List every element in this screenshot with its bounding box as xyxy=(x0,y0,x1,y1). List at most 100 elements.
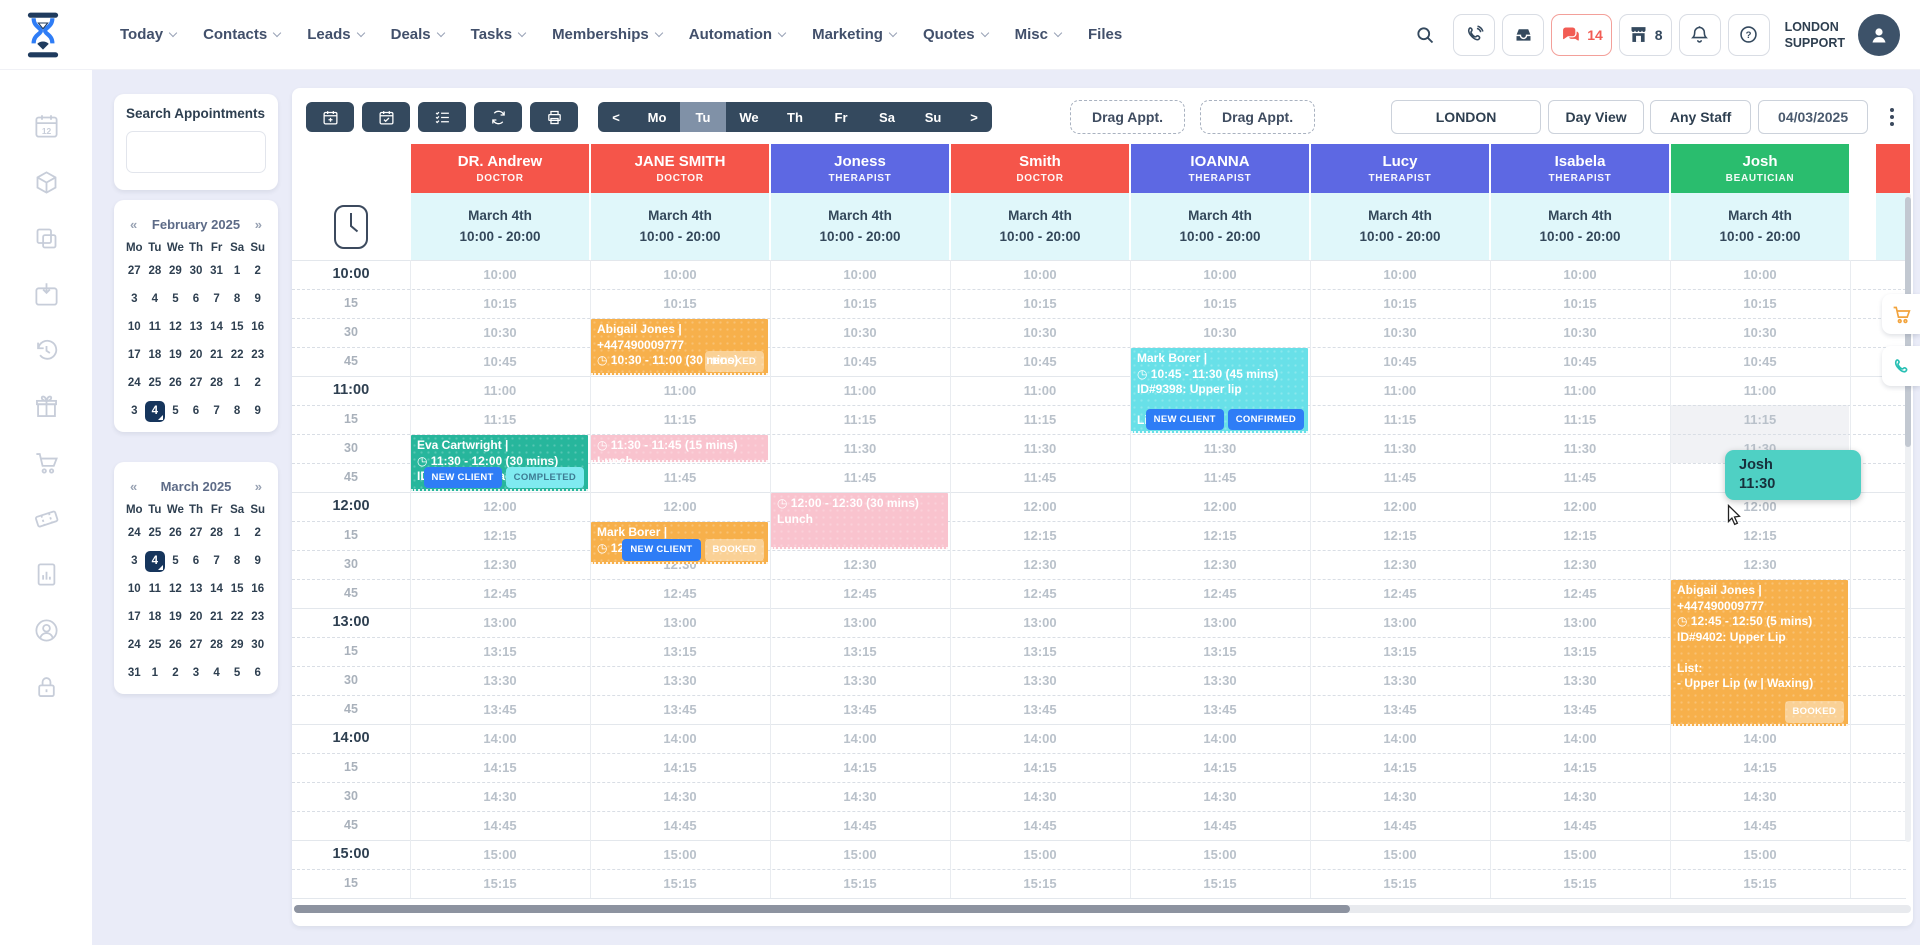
calendar-day[interactable]: 8 xyxy=(227,551,248,572)
time-slot[interactable]: 14:30 xyxy=(1670,782,1850,811)
search-appointments-input[interactable] xyxy=(126,131,266,173)
time-slot[interactable]: 11:00 xyxy=(410,376,590,405)
quick-cart-tab[interactable] xyxy=(1882,294,1920,334)
calendar-day[interactable]: 5 xyxy=(165,551,186,572)
staff-header-joness[interactable]: JonessTHERAPIST xyxy=(771,144,949,193)
time-slot[interactable]: 14:00 xyxy=(410,724,590,753)
calendar-day[interactable]: 5 xyxy=(227,663,248,684)
time-slot[interactable]: 12:30 xyxy=(1130,550,1310,579)
new-appointment-button[interactable] xyxy=(306,102,354,132)
calendar-day[interactable]: 24 xyxy=(124,373,145,394)
time-slot[interactable]: 14:30 xyxy=(590,782,770,811)
time-slot[interactable]: 11:00 xyxy=(770,376,950,405)
calendar-day[interactable]: 8 xyxy=(227,289,248,310)
time-slot[interactable]: 10:45 xyxy=(1490,347,1670,376)
nav-item-tasks[interactable]: Tasks xyxy=(471,26,525,43)
calendar-day[interactable]: 19 xyxy=(165,607,186,628)
calendar-day[interactable]: 28 xyxy=(206,635,227,656)
time-slot[interactable]: 15:00 xyxy=(590,840,770,869)
calendar-day[interactable]: 10 xyxy=(124,317,145,338)
time-slot[interactable]: 12:15 xyxy=(950,521,1130,550)
calendar-day[interactable]: 14 xyxy=(206,579,227,600)
appointment-mark-borer[interactable]: Mark Borer |◷ 12:15 -NEW CLIENTBOOKED xyxy=(591,522,768,564)
calendar-day[interactable]: 28 xyxy=(206,373,227,394)
nav-item-marketing[interactable]: Marketing xyxy=(812,26,896,43)
time-slot[interactable]: 14:00 xyxy=(950,724,1130,753)
calendar-day[interactable]: 1 xyxy=(227,523,248,544)
calendar-day[interactable]: 17 xyxy=(124,607,145,628)
avatar[interactable] xyxy=(1858,14,1900,56)
time-slot[interactable]: 12:45 xyxy=(770,579,950,608)
calendar-day[interactable]: 16 xyxy=(247,579,268,600)
time-slot[interactable]: 11:30 xyxy=(1130,434,1310,463)
time-slot[interactable]: 15:15 xyxy=(1490,869,1670,898)
appointment-abigail-jones[interactable]: Abigail Jones |+447490009777◷ 10:30 - 11… xyxy=(591,319,768,375)
calendar-day[interactable]: 23 xyxy=(247,607,268,628)
time-slot[interactable]: 10:15 xyxy=(590,289,770,318)
prev-day-button[interactable]: < xyxy=(598,102,634,132)
time-slot[interactable]: 11:45 xyxy=(1490,463,1670,492)
calendar-day[interactable]: 25 xyxy=(145,523,166,544)
calendar-day[interactable]: 29 xyxy=(227,635,248,656)
time-slot[interactable]: 15:15 xyxy=(770,869,950,898)
time-slot[interactable]: 12:30 xyxy=(1490,550,1670,579)
time-slot[interactable]: 14:00 xyxy=(1130,724,1310,753)
calendar-day[interactable]: 27 xyxy=(124,261,145,282)
calendar-day[interactable]: 31 xyxy=(206,261,227,282)
time-slot[interactable]: 13:45 xyxy=(410,695,590,724)
nav-item-automation[interactable]: Automation xyxy=(689,26,785,43)
calendar-day[interactable]: 27 xyxy=(186,523,207,544)
time-slot[interactable]: 12:00 xyxy=(1490,492,1670,521)
time-slot[interactable]: 14:45 xyxy=(1310,811,1490,840)
calendar-day[interactable]: 15 xyxy=(227,317,248,338)
time-slot[interactable]: 12:30 xyxy=(1310,550,1490,579)
rail-report-icon[interactable] xyxy=(0,546,92,602)
time-slot[interactable]: 14:15 xyxy=(1310,753,1490,782)
calendar-day[interactable]: 11 xyxy=(145,317,166,338)
view-select[interactable]: Day View xyxy=(1548,100,1644,134)
calendar-check-button[interactable] xyxy=(362,102,410,132)
time-slot[interactable]: 10:45 xyxy=(1310,347,1490,376)
calendar-day[interactable]: 7 xyxy=(206,401,227,422)
time-slot[interactable]: 14:15 xyxy=(590,753,770,782)
time-slot[interactable]: 13:15 xyxy=(1490,637,1670,666)
day-tab-fr[interactable]: Fr xyxy=(818,102,864,132)
staff-header-dr-andrew[interactable]: DR. AndrewDOCTOR xyxy=(411,144,589,193)
time-slot[interactable]: 11:15 xyxy=(1490,405,1670,434)
time-slot[interactable]: 10:00 xyxy=(590,260,770,289)
next-day-button[interactable]: > xyxy=(956,102,992,132)
time-slot[interactable]: 11:45 xyxy=(1130,463,1310,492)
time-slot[interactable]: 13:00 xyxy=(1310,608,1490,637)
rail-gift-icon[interactable] xyxy=(0,378,92,434)
time-slot[interactable]: 15:15 xyxy=(950,869,1130,898)
time-slot[interactable]: 14:45 xyxy=(1130,811,1310,840)
staff-header-lucy[interactable]: LucyTHERAPIST xyxy=(1311,144,1489,193)
time-slot[interactable]: 10:30 xyxy=(770,318,950,347)
time-slot[interactable]: 11:15 xyxy=(770,405,950,434)
rail-voucher-icon[interactable] xyxy=(0,490,92,546)
time-slot[interactable]: 10:15 xyxy=(1310,289,1490,318)
refresh-button[interactable] xyxy=(474,102,522,132)
time-slot[interactable]: 11:00 xyxy=(950,376,1130,405)
calendar-day[interactable]: 5 xyxy=(165,289,186,310)
time-slot[interactable]: 11:00 xyxy=(1670,376,1850,405)
rail-cart-icon[interactable] xyxy=(0,434,92,490)
time-slot[interactable]: 10:00 xyxy=(1670,260,1850,289)
time-slot[interactable]: 10:15 xyxy=(1670,289,1850,318)
calendar-day[interactable]: 9 xyxy=(247,401,268,422)
day-tab-we[interactable]: We xyxy=(726,102,772,132)
calendar-day[interactable]: 16 xyxy=(247,317,268,338)
more-options-button[interactable] xyxy=(1882,102,1902,132)
calendar-day[interactable]: 2 xyxy=(247,373,268,394)
time-slot[interactable]: 15:00 xyxy=(1670,840,1850,869)
time-slot[interactable]: 13:00 xyxy=(770,608,950,637)
time-slot[interactable]: 13:30 xyxy=(1490,666,1670,695)
time-slot[interactable]: 12:00 xyxy=(1130,492,1310,521)
calendar-day[interactable]: 5 xyxy=(165,401,186,422)
time-slot[interactable]: 10:30 xyxy=(1490,318,1670,347)
calendar-day[interactable]: 8 xyxy=(227,401,248,422)
calendar-day[interactable]: 19 xyxy=(165,345,186,366)
time-slot[interactable]: 14:00 xyxy=(590,724,770,753)
time-slot[interactable]: 13:15 xyxy=(950,637,1130,666)
time-slot[interactable]: 14:45 xyxy=(770,811,950,840)
